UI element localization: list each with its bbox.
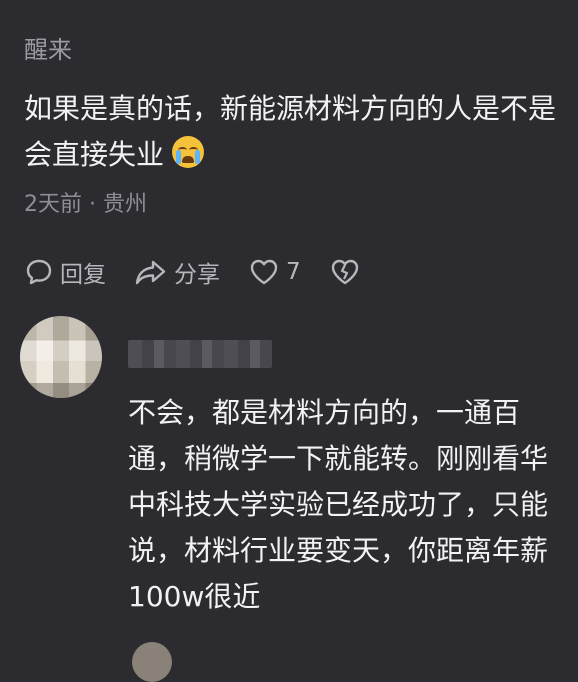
like-button[interactable]: 7 bbox=[248, 257, 301, 287]
reply-avatar[interactable] bbox=[20, 316, 102, 398]
next-avatar[interactable] bbox=[132, 642, 172, 682]
share-label: 分享 bbox=[174, 262, 220, 288]
reply-label: 回复 bbox=[60, 262, 106, 288]
loudly-crying-face-icon bbox=[172, 136, 205, 168]
reply-button[interactable]: 回复 bbox=[24, 255, 106, 289]
share-arrow-icon bbox=[135, 260, 166, 285]
chat-bubble-icon bbox=[26, 259, 52, 285]
comment-username[interactable]: 醒来 bbox=[24, 30, 72, 65]
comment-meta: 2天前 · 贵州 bbox=[24, 192, 147, 217]
broken-heart-icon bbox=[331, 259, 358, 285]
like-count: 7 bbox=[286, 259, 301, 285]
share-button[interactable]: 分享 bbox=[134, 255, 220, 289]
reply-text: 不会，都是材料方向的，一通百通，稍微学一下就能转。刚刚看华中科技大学实验已经成功… bbox=[128, 396, 549, 613]
comment-text: 如果是真的话，新能源材料方向的人是不是会直接失业 bbox=[24, 92, 557, 171]
comment-actions: 回复 分享 7 bbox=[24, 254, 395, 290]
reply-username-blurred[interactable] bbox=[128, 340, 272, 368]
dislike-button[interactable] bbox=[329, 257, 367, 287]
heart-icon bbox=[250, 259, 278, 285]
comment-body: 如果是真的话，新能源材料方向的人是不是会直接失业 bbox=[24, 86, 564, 178]
